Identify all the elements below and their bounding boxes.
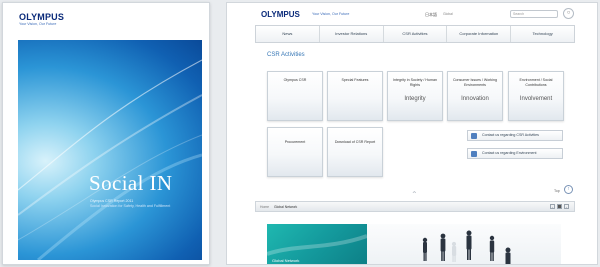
language-link[interactable]: 日本語 — [425, 12, 437, 18]
tile-download-csr-report[interactable]: Download of CSR Report — [327, 127, 383, 177]
tile-innovation[interactable]: Consumer Issues / Working Environments I… — [447, 71, 503, 121]
main-nav: News Investor Relations CSR Activities C… — [255, 25, 575, 43]
search-input[interactable]: Search — [510, 10, 558, 18]
tile-label: Download of CSR Report — [334, 140, 376, 144]
breadcrumb-current: Global Network — [274, 205, 298, 209]
cover-subtitle: Olympus CSR Report 2011 — [90, 199, 134, 203]
contact-environment-label: Contact us regarding Environment — [482, 151, 537, 155]
pause-icon[interactable] — [557, 204, 562, 209]
csr-report-cover: OLYMPUS Your Vision, Our Future Social I… — [2, 2, 210, 265]
page-top-icon[interactable]: ↑ — [564, 185, 573, 194]
tile-label: Procurement — [284, 140, 306, 144]
tile-procurement[interactable]: Procurement — [267, 127, 323, 177]
tile-keyword: Integrity — [404, 96, 426, 102]
contact-environment-link[interactable]: Contact us regarding Environment — [467, 148, 563, 159]
tile-label: Integrity in Society / Human Rights — [393, 78, 437, 87]
cover-subtitle-2: Social Innovation for Safety, Health and… — [90, 204, 171, 208]
cover-tagline: Your Vision, Our Future — [19, 22, 57, 26]
nav-technology[interactable]: Technology — [511, 26, 574, 42]
tile-label: Olympus CSR — [283, 78, 307, 82]
tile-olympus-csr[interactable]: Olympus CSR — [267, 71, 323, 121]
contact-csr-label: Contact us regarding CSR Activities — [482, 133, 539, 137]
prev-icon[interactable]: ‹ — [550, 204, 555, 209]
tile-integrity[interactable]: Integrity in Society / Human Rights Inte… — [387, 71, 443, 121]
cover-logo: OLYMPUS — [19, 12, 65, 22]
tile-label: Consumer Issues / Working Environments — [452, 78, 498, 87]
nav-corporate-information[interactable]: Corporate Information — [447, 26, 512, 42]
mail-icon — [471, 151, 477, 157]
cover-title: Social IN — [89, 171, 173, 195]
tile-label: Environment / Social Contributions — [519, 78, 553, 87]
tile-involvement[interactable]: Environment / Social Contributions Invol… — [508, 71, 564, 121]
global-network-banner[interactable]: Global Network — [267, 224, 561, 264]
csr-website: OLYMPUS Your Vision, Our Future 日本語 Glob… — [226, 2, 598, 265]
next-icon[interactable]: › — [564, 204, 569, 209]
mail-icon — [471, 133, 477, 139]
page-title: CSR Activities — [267, 52, 305, 58]
tile-keyword: Innovation — [461, 96, 489, 102]
tile-special-features[interactable]: Special Features — [327, 71, 383, 121]
site-logo[interactable]: OLYMPUS — [261, 10, 300, 19]
page-top-label[interactable]: Top — [554, 189, 560, 193]
site-tagline: Your Vision, Our Future — [312, 12, 350, 16]
business-people-image — [422, 230, 511, 264]
breadcrumb-home[interactable]: Home — [260, 205, 269, 209]
nav-investor-relations[interactable]: Investor Relations — [320, 26, 384, 42]
tile-keyword: Involvement — [519, 96, 553, 102]
scroll-up-arrow-icon[interactable]: ⌃ — [411, 190, 418, 199]
search-icon[interactable]: ○ — [563, 8, 574, 19]
nav-csr-activities[interactable]: CSR Activities — [384, 26, 448, 42]
cover-wave-graphic — [18, 59, 202, 260]
breadcrumb: Home Global Network ‹ › — [255, 201, 575, 212]
contact-csr-link[interactable]: Contact us regarding CSR Activities — [467, 130, 563, 141]
cover-artwork — [18, 40, 202, 260]
nav-news[interactable]: News — [256, 26, 320, 42]
region-link[interactable]: Global — [443, 12, 453, 16]
tile-label: Special Features — [341, 78, 369, 82]
